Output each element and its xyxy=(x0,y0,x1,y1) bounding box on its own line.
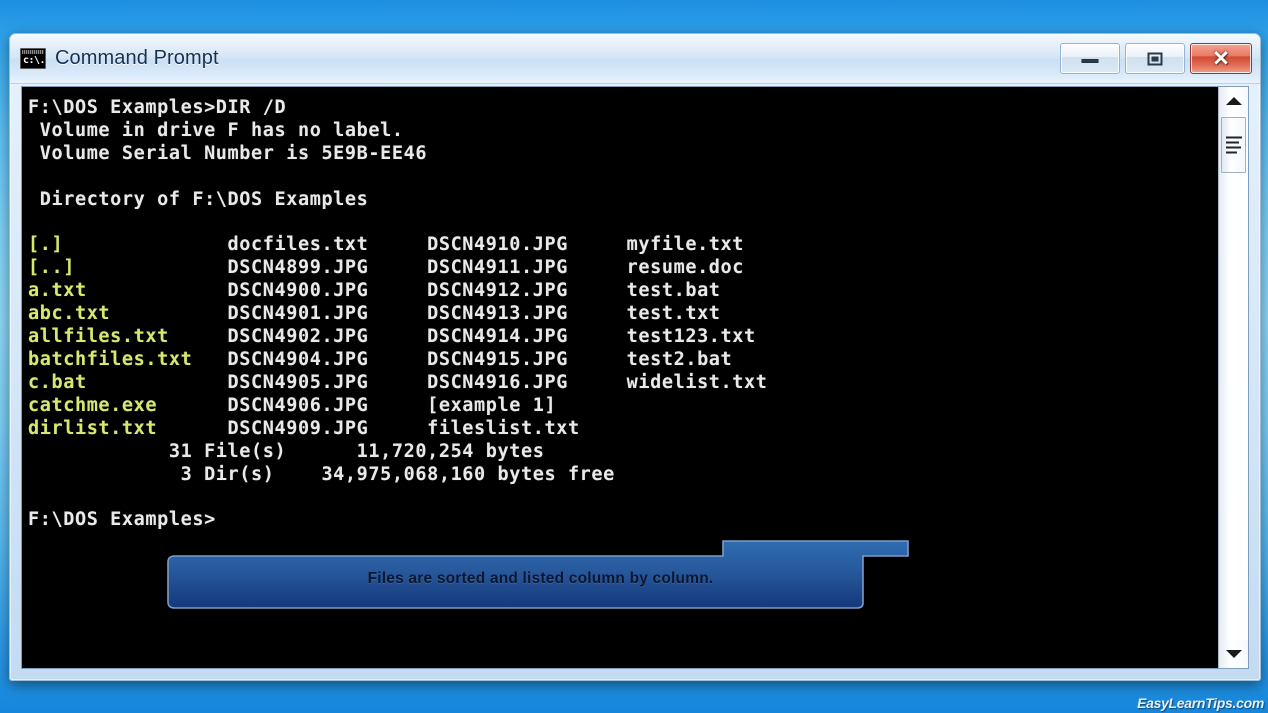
console-output-area[interactable]: F:\DOS Examples>DIR /D Volume in drive F… xyxy=(22,87,1218,668)
window-title: Command Prompt xyxy=(55,47,219,69)
scrollbar-thumb[interactable] xyxy=(1221,117,1246,173)
console-scrollbar[interactable] xyxy=(1218,87,1248,668)
close-icon: ✕ xyxy=(1212,47,1230,70)
maximize-button[interactable] xyxy=(1125,43,1185,74)
chevron-up-icon xyxy=(1225,97,1242,105)
minimize-button[interactable] xyxy=(1060,43,1120,74)
scrollbar-track[interactable] xyxy=(1219,115,1248,640)
grip-icon xyxy=(1225,134,1242,157)
console-client-area: F:\DOS Examples>DIR /D Volume in drive F… xyxy=(21,86,1249,669)
chevron-down-icon xyxy=(1225,650,1242,658)
maximize-icon xyxy=(1147,52,1163,65)
close-button[interactable]: ✕ xyxy=(1190,43,1252,74)
minimize-icon xyxy=(1081,58,1099,63)
command-prompt-window[interactable]: c:\. Command Prompt ✕ F:\DOS Examples>DI… xyxy=(9,33,1261,681)
scroll-up-button[interactable] xyxy=(1219,87,1248,115)
console-text: F:\DOS Examples>DIR /D Volume in drive F… xyxy=(28,97,768,531)
window-controls: ✕ xyxy=(1060,43,1254,74)
window-title-bar[interactable]: c:\. Command Prompt ✕ xyxy=(10,34,1260,84)
command-prompt-icon-glyph: c:\. xyxy=(23,55,46,66)
site-watermark: EasyLearnTips.com xyxy=(1137,695,1264,711)
scroll-down-button[interactable] xyxy=(1219,640,1248,668)
command-prompt-icon: c:\. xyxy=(20,48,46,69)
